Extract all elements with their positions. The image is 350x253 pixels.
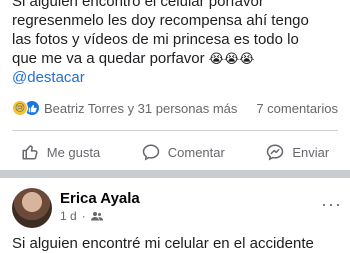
reactions-bar[interactable]: 😢 Beatriz Torres y 31 personas más 7 com… <box>12 98 338 118</box>
share-button[interactable]: Enviar <box>266 143 329 161</box>
post-separator <box>0 170 350 178</box>
share-icon <box>267 144 284 161</box>
share-label: Enviar <box>292 144 330 160</box>
comment-button[interactable]: Comentar <box>142 143 225 161</box>
post-meta: 1 d · <box>60 209 103 223</box>
next-post-text: Si alguien encontré mi celular en el acc… <box>12 235 314 252</box>
post-line: las fotos y vídeos de mi princesa es tod… <box>12 31 299 48</box>
crying-emojis: 😭😭😭 <box>208 51 255 66</box>
post-line: Si alguien encontró el celular porfavor <box>12 0 264 10</box>
post-actions: Me gusta Comentar Enviar <box>0 138 350 166</box>
reaction-names[interactable]: Beatriz Torres y 31 personas más <box>44 101 256 116</box>
post-text: Si alguien encontró el celular porfavor … <box>12 0 342 87</box>
post-time[interactable]: 1 d <box>60 209 77 223</box>
like-button[interactable]: Me gusta <box>21 143 100 161</box>
sad-reaction-icon: 😢 <box>12 100 28 116</box>
comment-count[interactable]: 7 comentarios <box>256 101 338 116</box>
friends-icon <box>90 212 103 221</box>
post-line: que me va a quedar porfavor <box>12 50 205 67</box>
avatar[interactable] <box>12 188 52 228</box>
author-name[interactable]: Erica Ayala <box>60 190 140 207</box>
more-options-icon[interactable]: ··· <box>321 194 342 215</box>
like-icon <box>22 145 38 160</box>
like-label: Me gusta <box>46 144 101 160</box>
next-post-header: Erica Ayala 1 d · ··· <box>12 188 342 228</box>
post-line: regresenmelo les doy recompensa ahí teng… <box>12 12 309 29</box>
comment-icon <box>142 144 160 161</box>
reaction-icons: 😢 <box>12 100 40 116</box>
comment-label: Comentar <box>167 144 225 160</box>
divider <box>12 130 338 131</box>
meta-separator: · <box>81 209 86 223</box>
mention-link[interactable]: @destacar <box>12 68 342 87</box>
